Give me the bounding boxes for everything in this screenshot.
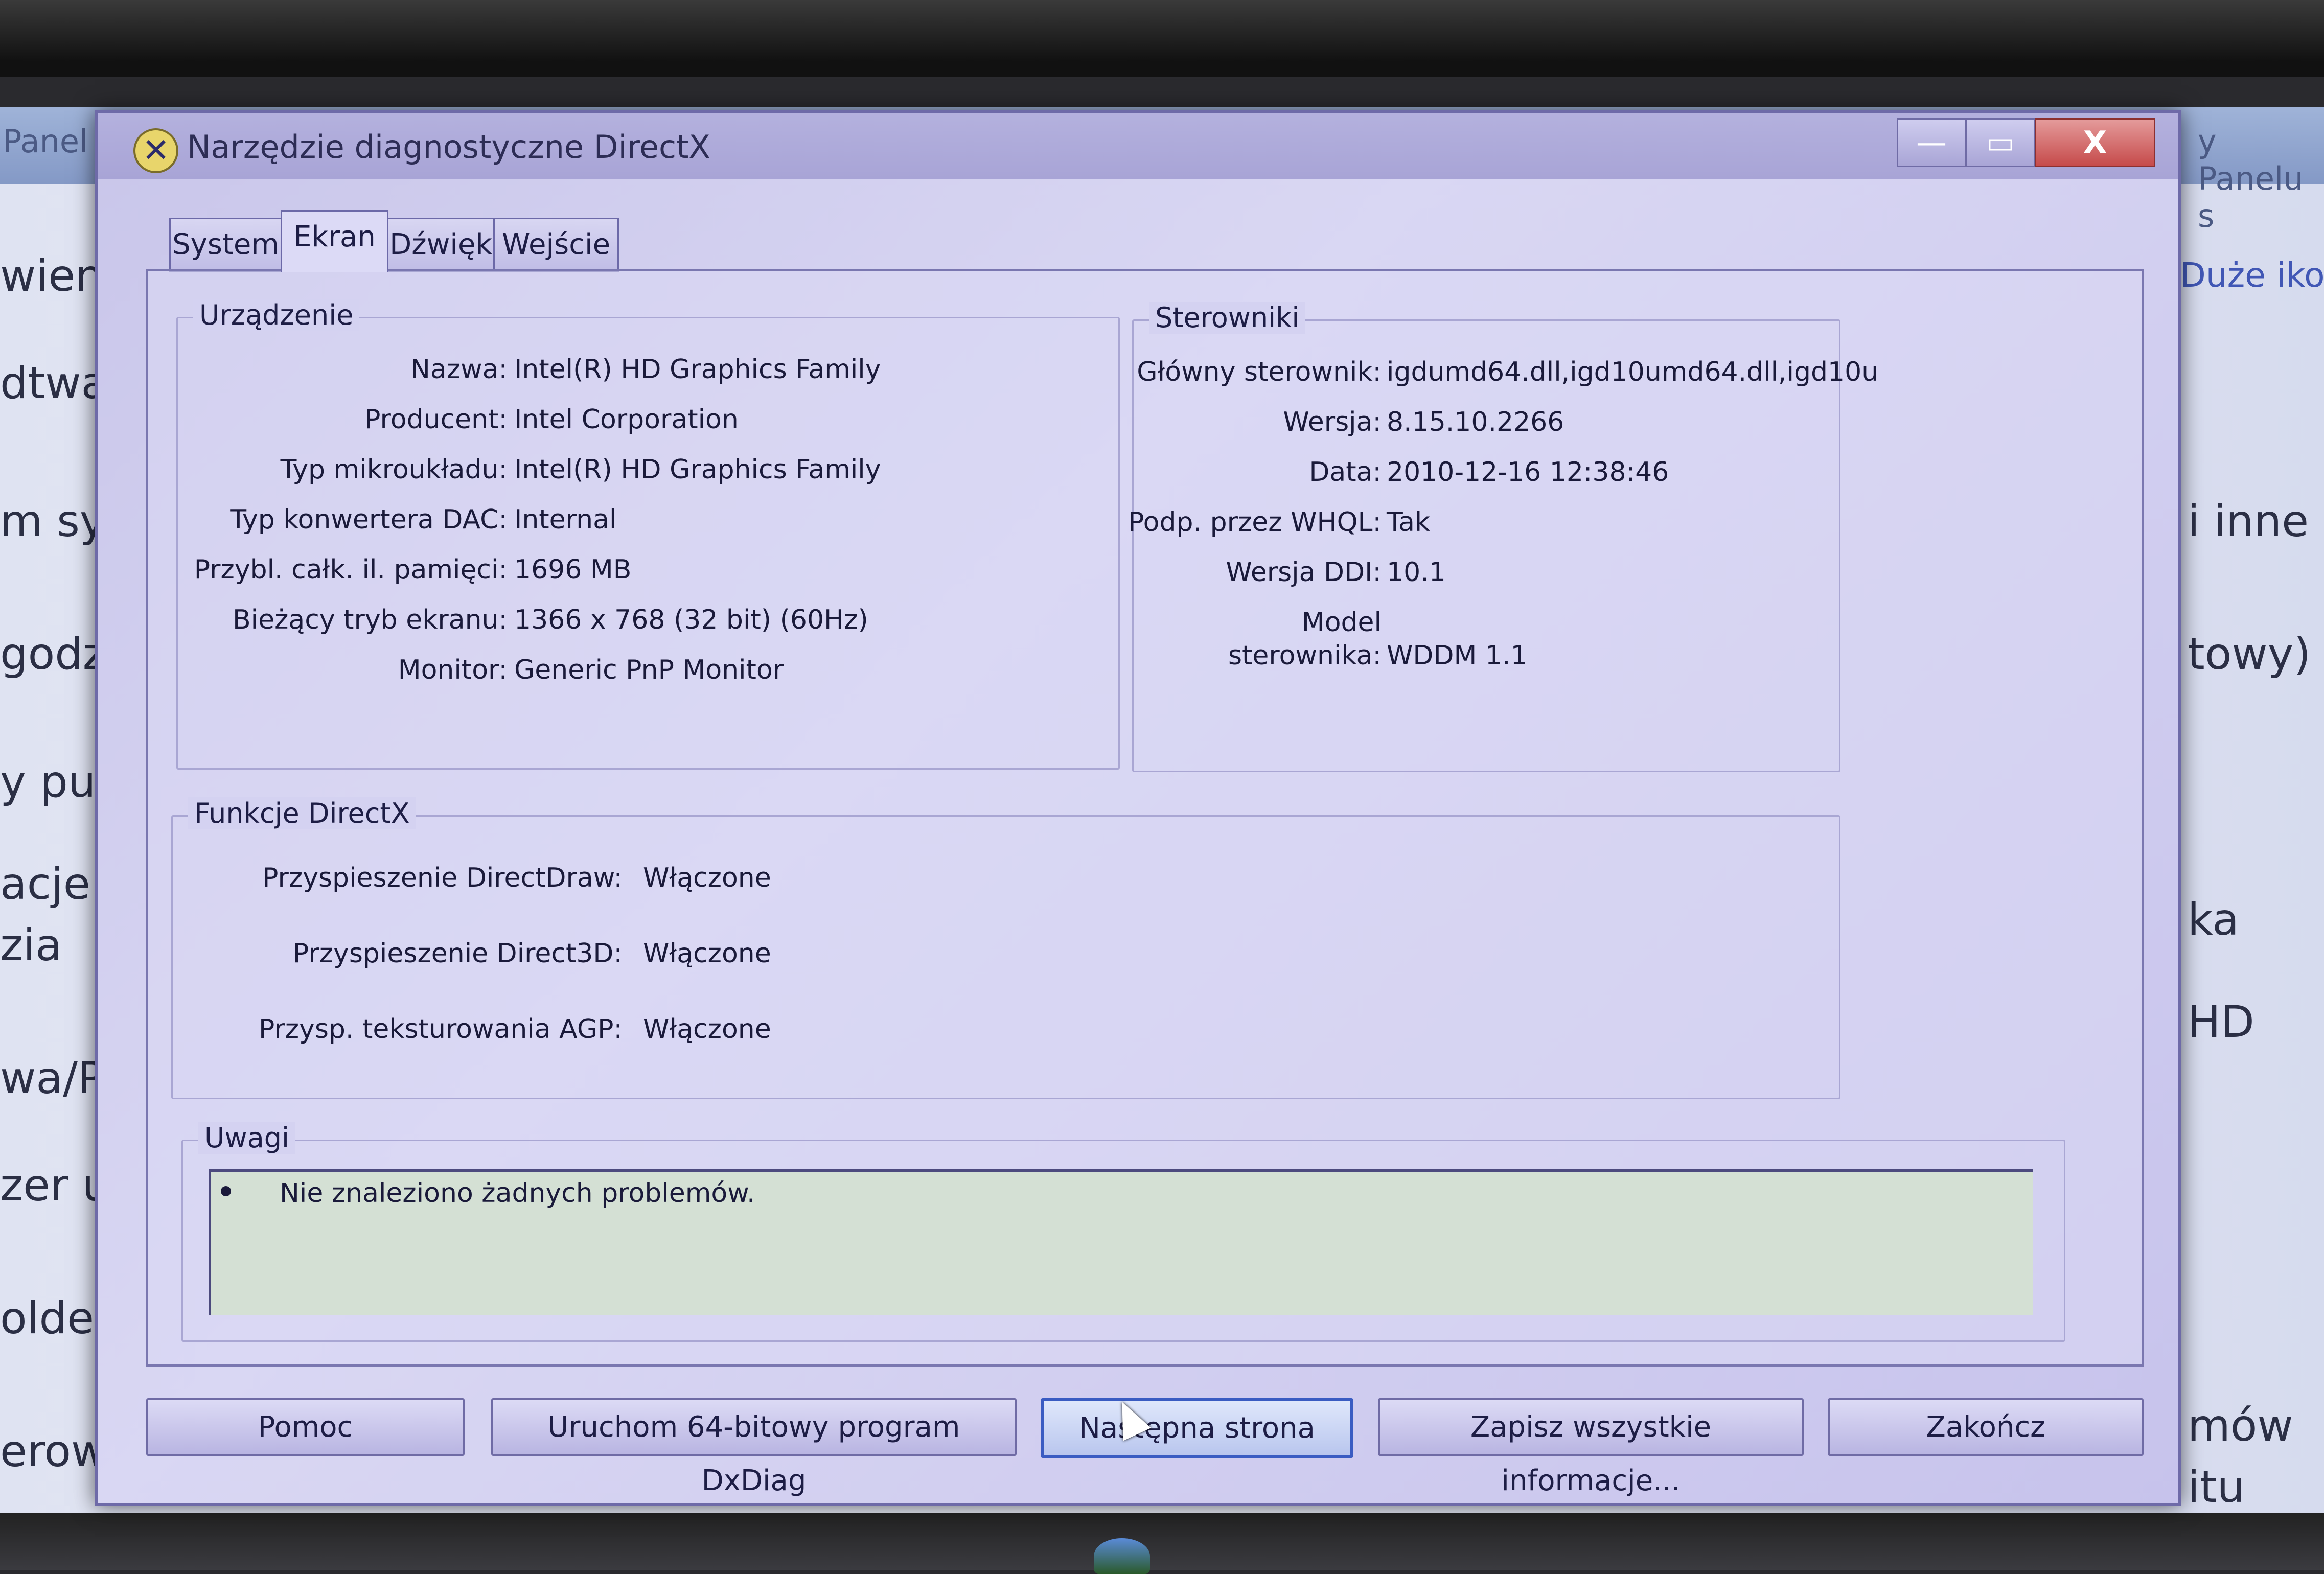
device-label: Bieżący tryb ekranu: — [232, 605, 508, 635]
driver-model-label-line2: sterownika: — [1228, 640, 1382, 671]
driver-label: Data: — [1309, 457, 1382, 488]
directx-diagnostic-dialog: ✕ Narzędzie diagnostyczne DirectX — ▭ X … — [95, 110, 2181, 1506]
globe-icon[interactable] — [1094, 1538, 1150, 1574]
driver-date-value: 2010-12-16 12:38:46 — [1387, 457, 1669, 488]
background-text: ka — [2188, 894, 2239, 945]
titlebar: ✕ Narzędzie diagnostyczne DirectX — ▭ X — [98, 113, 2178, 179]
exit-button[interactable]: Zakończ — [1828, 1398, 2144, 1456]
device-label: Przybl. całk. il. pamięci: — [194, 554, 508, 585]
taskbar — [0, 1513, 2324, 1570]
driver-label: Podp. przez WHQL: — [1128, 507, 1382, 538]
tab-panel-ekran: Urządzenie Nazwa: Intel(R) HD Graphics F… — [146, 269, 2144, 1367]
feature-label: Przysp. teksturowania AGP: — [258, 1014, 623, 1045]
feature-label: Przyspieszenie Direct3D: — [292, 938, 623, 969]
drivers-legend: Sterowniki — [1149, 302, 1306, 334]
directdraw-value: Włączone — [643, 863, 771, 893]
agp-value: Włączone — [643, 1014, 771, 1045]
directx-features-legend: Funkcje DirectX — [188, 797, 416, 829]
directx-icon: ✕ — [133, 128, 178, 173]
help-button[interactable]: Pomoc — [146, 1398, 465, 1456]
driver-version-value: 8.15.10.2266 — [1387, 407, 1564, 437]
whql-value: Tak — [1387, 507, 1431, 538]
manufacturer-value: Intel Corporation — [514, 404, 739, 435]
minimize-button[interactable]: — — [1897, 118, 1966, 167]
close-button[interactable]: X — [2035, 118, 2155, 167]
device-name-value: Intel(R) HD Graphics Family — [514, 354, 881, 385]
notes-group: Uwagi Nie znaleziono żadnych problemów. — [181, 1122, 2065, 1342]
background-text: i inne — [2188, 496, 2309, 547]
chip-type-value: Intel(R) HD Graphics Family — [514, 454, 881, 485]
background-text: towy) — [2188, 629, 2311, 680]
device-label: Typ konwertera DAC: — [230, 504, 508, 535]
background-title-right: y Panelu s — [2198, 123, 2304, 235]
window-title: Narzędzie diagnostyczne DirectX — [187, 128, 710, 166]
driver-model-label-line1: Model — [1301, 607, 1382, 638]
dac-type-value: Internal — [514, 504, 617, 535]
run-64bit-dxdiag-button[interactable]: Uruchom 64-bitowy program DxDiag — [491, 1398, 1017, 1497]
driver-label: Wersja: — [1283, 407, 1382, 437]
notes-legend: Uwagi — [198, 1122, 296, 1154]
tab-ekran[interactable]: Ekran — [281, 210, 388, 272]
tab-wejscie[interactable]: Wejście — [493, 218, 619, 272]
monitor-bezel-top — [0, 0, 2324, 77]
directx-features-group: Funkcje DirectX Przyspieszenie DirectDra… — [171, 797, 1840, 1099]
feature-label: Przyspieszenie DirectDraw: — [262, 863, 623, 893]
maximize-button[interactable]: ▭ — [1966, 118, 2035, 167]
tab-dzwiek[interactable]: Dźwięk — [387, 218, 495, 272]
save-all-info-button[interactable]: Zapisz wszystkie informacje... — [1378, 1398, 1804, 1497]
drivers-group: Sterowniki Główny sterownik: igdumd64.dl… — [1128, 302, 1878, 772]
display-mode-value: 1366 x 768 (32 bit) (60Hz) — [514, 605, 868, 635]
note-item: Nie znaleziono żadnych problemów. — [280, 1178, 755, 1209]
monitor-value: Generic PnP Monitor — [514, 655, 784, 685]
driver-label: Wersja DDI: — [1226, 557, 1382, 588]
background-text: zia — [0, 920, 62, 971]
bullet-icon — [221, 1186, 231, 1196]
notes-textbox[interactable]: Nie znaleziono żadnych problemów. — [209, 1169, 2033, 1315]
device-legend: Urządzenie — [193, 299, 360, 331]
device-label: Typ mikroukładu: — [280, 454, 508, 485]
tab-system[interactable]: System — [169, 218, 282, 272]
memory-value: 1696 MB — [514, 554, 632, 585]
background-link[interactable]: Duże ikony — [2180, 256, 2324, 295]
device-label: Producent: — [364, 404, 508, 435]
next-page-button[interactable]: Następna strona — [1041, 1398, 1353, 1458]
device-label: Nazwa: — [410, 354, 508, 385]
background-text: itu — [2188, 1462, 2245, 1513]
driver-label: Główny sterownik: — [1137, 357, 1382, 387]
driver-model-value: WDDM 1.1 — [1387, 640, 1528, 671]
background-text: mów — [2188, 1400, 2293, 1451]
background-text: erow — [0, 1426, 107, 1477]
main-driver-value: igdumd64.dll,igd10umd64.dll,igd10u — [1387, 357, 1879, 387]
device-label: Monitor: — [398, 655, 508, 685]
direct3d-value: Włączone — [643, 938, 771, 969]
background-text: HD — [2188, 997, 2254, 1048]
device-group: Urządzenie Nazwa: Intel(R) HD Graphics F… — [176, 299, 1120, 770]
ddi-version-value: 10.1 — [1387, 557, 1446, 588]
